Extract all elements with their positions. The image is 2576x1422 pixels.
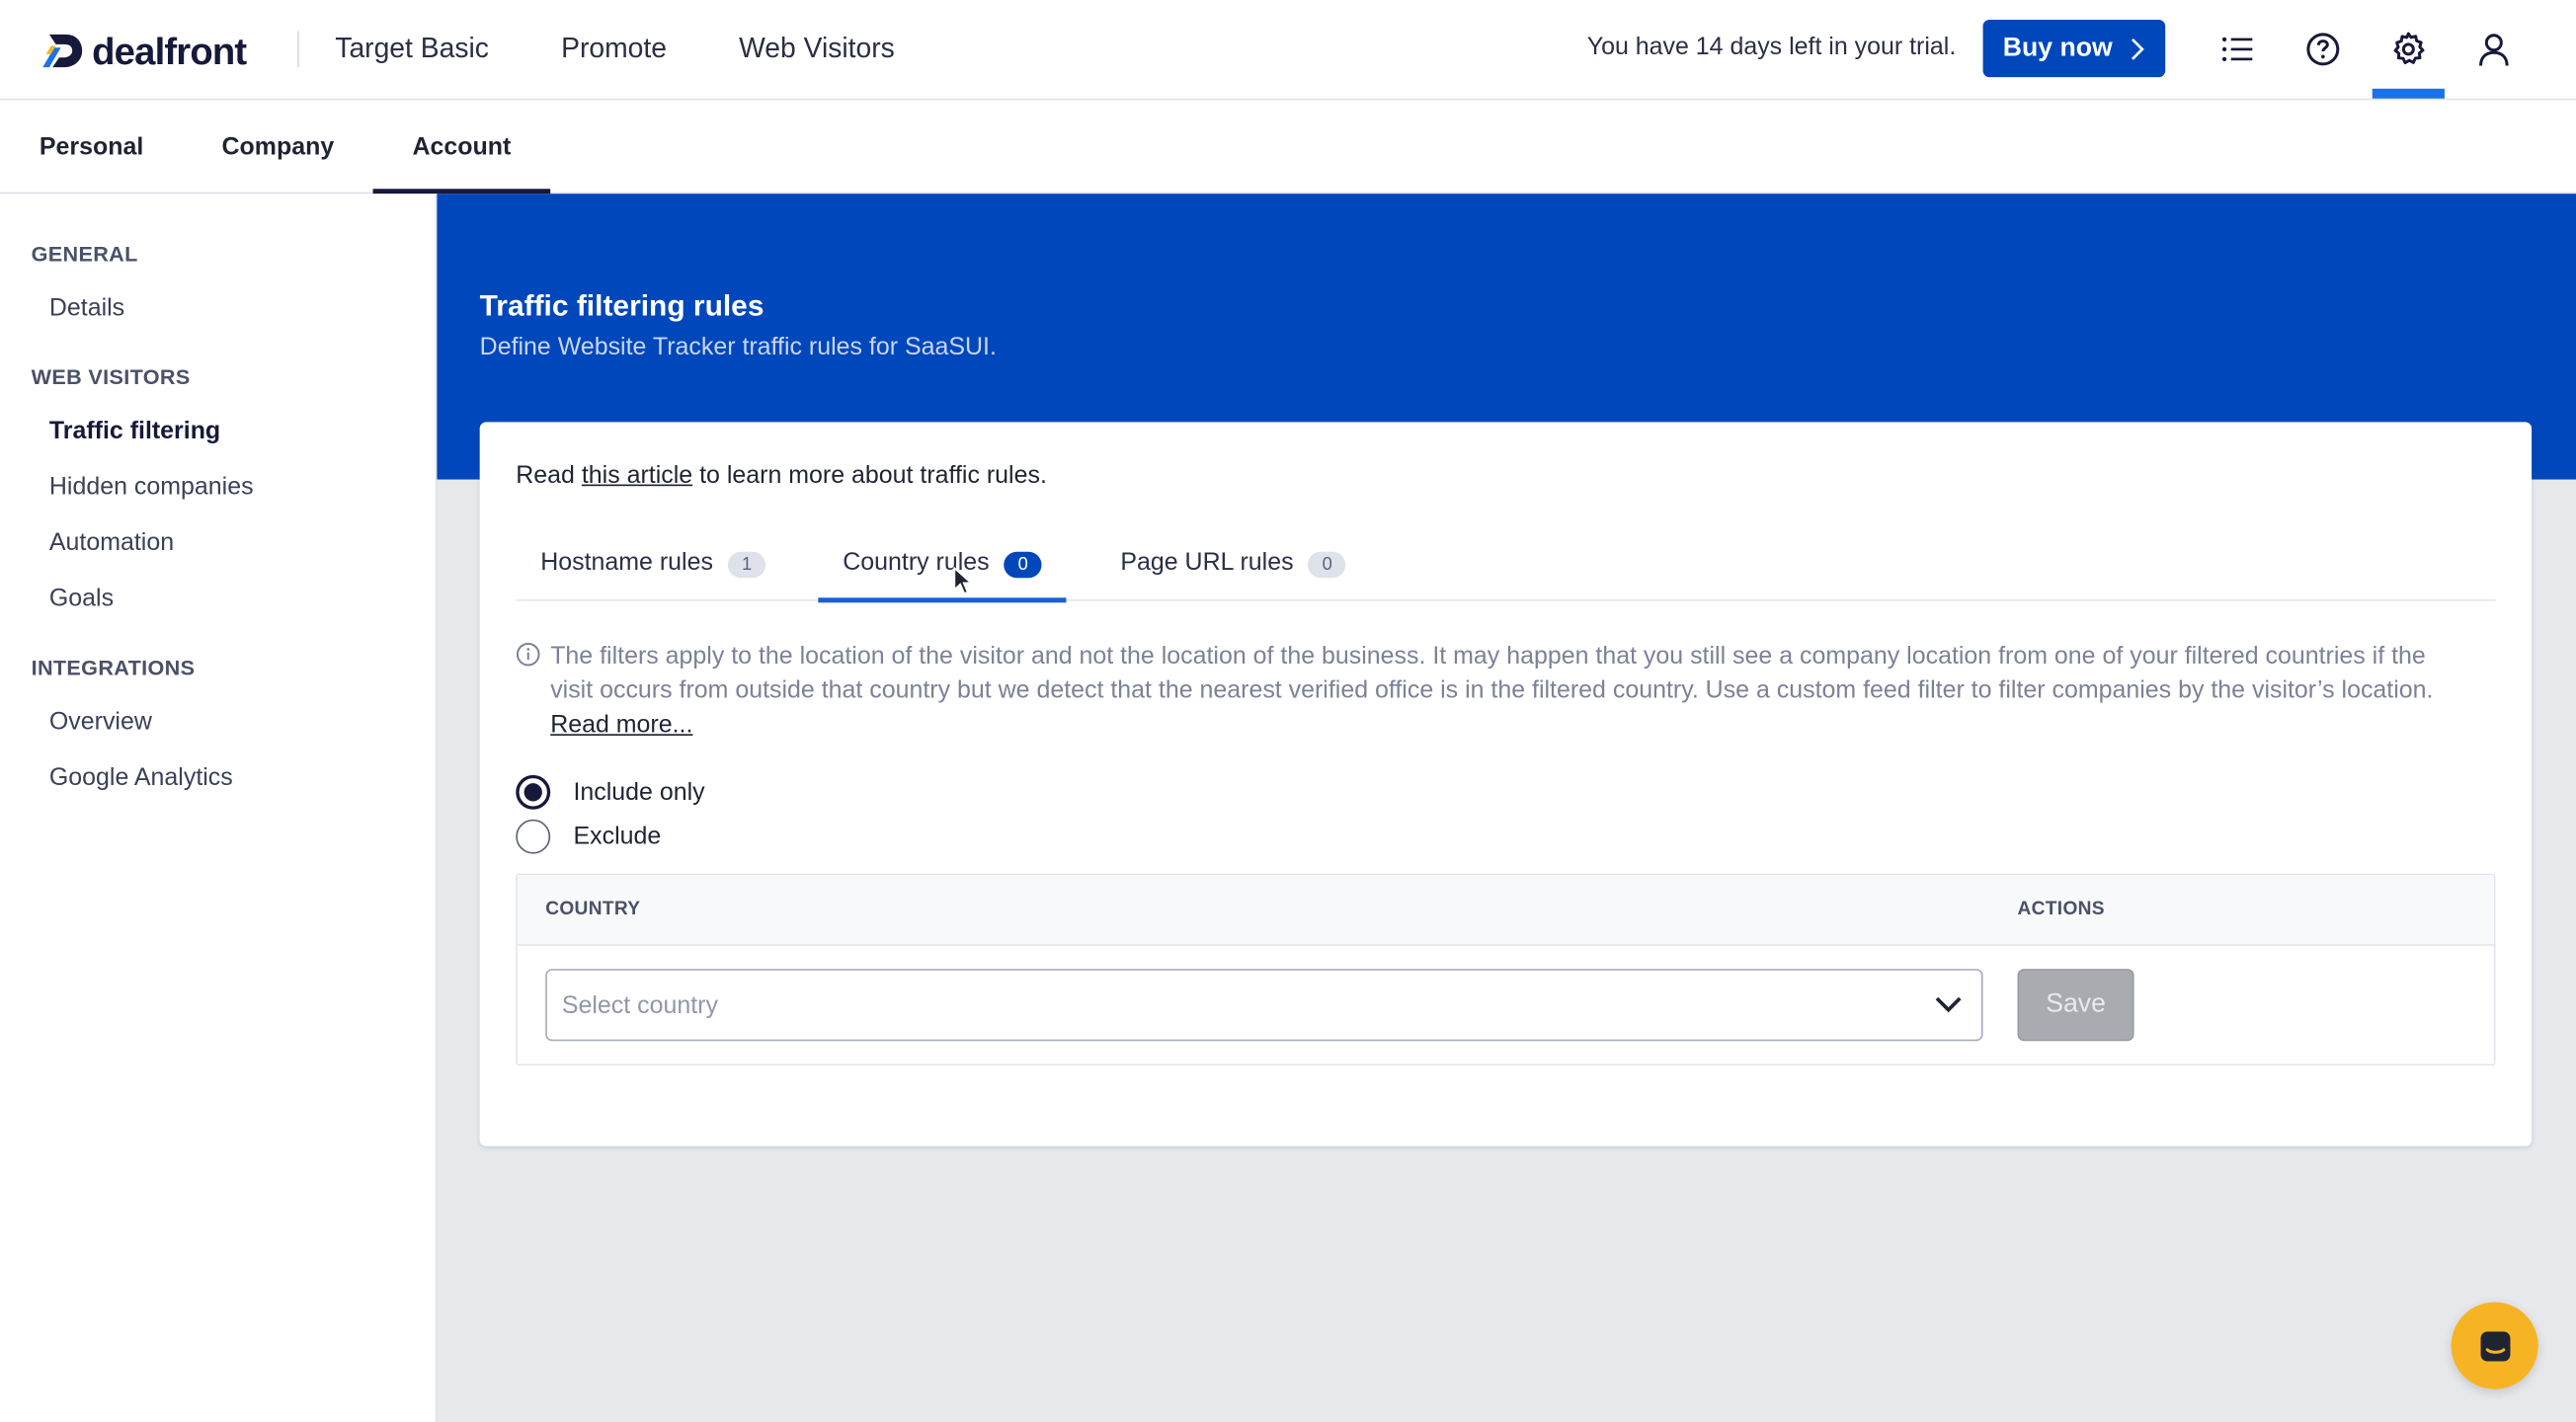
nav-target-basic[interactable]: Target Basic <box>335 33 489 65</box>
buy-now-button[interactable]: Buy now <box>1982 19 2166 78</box>
dealfront-logo-icon <box>42 34 83 68</box>
table-header: COUNTRY ACTIONS <box>517 875 2494 946</box>
chevron-down-icon <box>1935 996 1962 1013</box>
tab-label: Hostname rules <box>540 548 713 577</box>
tab-page-url-rules[interactable]: Page URL rules 0 <box>1120 537 1346 601</box>
sidebar-item-goals[interactable]: Goals <box>49 585 114 612</box>
sidebar-item-details[interactable]: Details <box>49 294 124 322</box>
select-placeholder: Select country <box>561 990 718 1019</box>
radio-button[interactable] <box>516 819 551 854</box>
tab-hostname-rules[interactable]: Hostname rules 1 <box>540 537 766 601</box>
count-badge: 0 <box>1308 551 1346 579</box>
radio-label: Exclude <box>573 823 662 851</box>
page-subtitle: Define Website Tracker traffic rules for… <box>479 333 997 361</box>
column-actions: ACTIONS <box>2017 900 2105 920</box>
settings-active-indicator <box>2372 88 2445 99</box>
nav-promote[interactable]: Promote <box>561 33 667 65</box>
tab-personal[interactable]: Personal <box>40 100 143 194</box>
chevron-right-icon <box>2131 38 2144 59</box>
sidebar-item-overview[interactable]: Overview <box>49 708 152 736</box>
sidebar-item-traffic-filtering[interactable]: Traffic filtering <box>49 417 220 444</box>
page-title: Traffic filtering rules <box>479 288 765 322</box>
top-bar: dealfront Target Basic Promote Web Visit… <box>0 0 2576 101</box>
list-icon[interactable] <box>2217 30 2257 69</box>
help-icon[interactable] <box>2303 30 2343 69</box>
user-icon[interactable] <box>2474 30 2514 69</box>
radio-button[interactable] <box>516 774 551 810</box>
sidebar-heading-web-visitors: WEB VISITORS <box>31 364 191 390</box>
sidebar-item-google-analytics[interactable]: Google Analytics <box>49 763 233 791</box>
nav-web-visitors[interactable]: Web Visitors <box>739 33 895 65</box>
buy-now-label: Buy now <box>2002 34 2113 62</box>
save-button[interactable]: Save <box>2017 969 2134 1042</box>
read-more-link[interactable]: Read more... <box>550 711 692 739</box>
filter-info: The filters apply to the location of the… <box>516 639 2470 743</box>
tab-company[interactable]: Company <box>222 100 335 194</box>
country-rules-table: COUNTRY ACTIONS Select country Save <box>516 873 2496 1066</box>
article-note: Read this article to learn more about tr… <box>516 461 1047 489</box>
sidebar-heading-integrations: INTEGRATIONS <box>31 655 196 680</box>
country-select[interactable]: Select country <box>545 969 1983 1042</box>
article-note-prefix: Read <box>516 461 582 490</box>
article-link[interactable]: this article <box>582 461 692 489</box>
radio-dot <box>523 783 542 802</box>
tab-label: Page URL rules <box>1120 548 1294 577</box>
count-badge: 0 <box>1004 551 1042 579</box>
sidebar: GENERAL Details WEB VISITORS Traffic fil… <box>0 194 438 1422</box>
gear-icon[interactable] <box>2388 30 2428 69</box>
rule-tabs: Hostname rules 1 Country rules 0 Page UR… <box>516 537 2496 603</box>
rules-card: Read this article to learn more about tr… <box>479 422 2533 1146</box>
chat-icon <box>2479 1330 2510 1361</box>
tab-account[interactable]: Account <box>372 100 551 195</box>
sidebar-item-automation[interactable]: Automation <box>49 528 174 556</box>
main-nav: Target Basic Promote Web Visitors <box>335 0 894 99</box>
radio-label: Include only <box>573 778 705 807</box>
radio-exclude[interactable]: Exclude <box>516 819 662 854</box>
brand-name: dealfront <box>92 29 247 72</box>
trial-notice: You have 14 days left in your trial. <box>1586 33 1957 61</box>
mouse-cursor-icon <box>953 566 973 595</box>
dealfront-logo[interactable]: dealfront <box>40 27 247 76</box>
article-note-suffix: to learn more about traffic rules. <box>692 461 1047 490</box>
sidebar-item-hidden-companies[interactable]: Hidden companies <box>49 473 254 501</box>
info-text: The filters apply to the location of the… <box>550 642 2434 705</box>
settings-tabs: Personal Company Account <box>0 100 2576 195</box>
radio-include-only[interactable]: Include only <box>516 774 705 810</box>
chat-launcher[interactable] <box>2451 1302 2538 1389</box>
count-badge: 1 <box>727 551 766 579</box>
tab-country-rules[interactable]: Country rules 0 <box>818 537 1068 603</box>
column-country: COUNTRY <box>545 900 641 920</box>
info-icon <box>516 642 540 667</box>
logo-divider <box>297 31 299 68</box>
sidebar-heading-general: GENERAL <box>31 241 138 267</box>
